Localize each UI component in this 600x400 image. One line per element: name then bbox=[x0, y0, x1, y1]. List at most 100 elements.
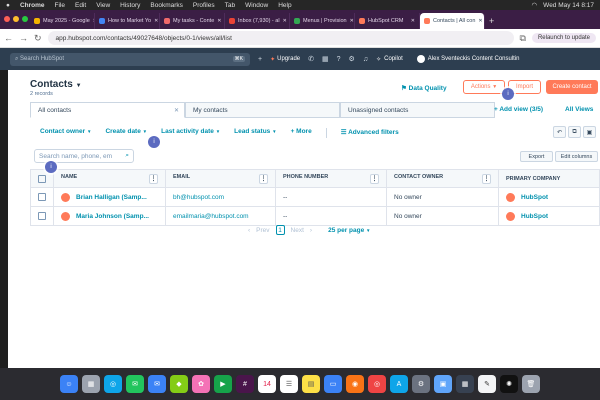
tab-unassigned-contacts[interactable]: Unassigned contacts bbox=[340, 102, 495, 118]
browser-tab[interactable]: Inbox (7,930) - al ✕ bbox=[225, 13, 290, 29]
facetime-icon[interactable]: ▶ bbox=[214, 375, 232, 393]
tab-my-contacts[interactable]: My contacts bbox=[185, 102, 340, 118]
notes-icon[interactable]: ▤ bbox=[302, 375, 320, 393]
textedit-icon[interactable]: ✎ bbox=[478, 375, 496, 393]
column-menu-icon[interactable]: ⋮ bbox=[259, 173, 268, 184]
menu-view[interactable]: View bbox=[96, 2, 110, 9]
forward-icon[interactable]: → bbox=[19, 33, 28, 43]
menu-tab[interactable]: Tab bbox=[225, 2, 235, 9]
app-store-icon[interactable]: A bbox=[390, 375, 408, 393]
contact-name-link[interactable]: Maria Johnson (Samp... bbox=[76, 213, 149, 220]
marketplace-icon[interactable]: ▦ bbox=[322, 55, 329, 63]
browser-tab[interactable]: HubSpot CRM ✕ bbox=[355, 13, 420, 29]
undo-icon[interactable]: ↶ bbox=[553, 126, 566, 138]
more-filters-button[interactable]: + More bbox=[291, 128, 312, 138]
close-window-button[interactable] bbox=[4, 16, 10, 22]
row-checkbox[interactable] bbox=[38, 193, 46, 201]
launchpad-icon[interactable]: ▦ bbox=[82, 375, 100, 393]
extensions-icon[interactable]: ⧉ bbox=[520, 33, 526, 44]
photos-icon[interactable]: ✿ bbox=[192, 375, 210, 393]
menu-profiles[interactable]: Profiles bbox=[193, 2, 215, 9]
chevron-right-icon[interactable]: › bbox=[310, 227, 312, 234]
minimize-window-button[interactable] bbox=[13, 16, 19, 22]
upgrade-button[interactable]: ✦ Upgrade bbox=[270, 56, 300, 63]
slack-icon[interactable]: # bbox=[236, 375, 254, 393]
per-page-select[interactable]: 25 per page ▼ bbox=[328, 227, 370, 234]
create-contact-button[interactable]: Create contact bbox=[546, 80, 598, 94]
menu-window[interactable]: Window bbox=[245, 2, 268, 9]
notifications-icon[interactable]: ♫ bbox=[363, 56, 368, 63]
menu-app[interactable]: Chrome bbox=[20, 2, 45, 9]
maps-icon[interactable]: ◆ bbox=[170, 375, 188, 393]
prev-page-button[interactable]: Prev bbox=[256, 227, 269, 234]
filter-last-activity-date[interactable]: Last activity date ▼ bbox=[161, 128, 220, 138]
browser-tab-active[interactable]: Contacts | All con ✕ bbox=[420, 13, 485, 29]
calendar-icon[interactable]: 14 bbox=[258, 375, 276, 393]
column-header-phone[interactable]: PHONE NUMBER ⋮ bbox=[275, 169, 387, 188]
all-views-link[interactable]: All Views bbox=[565, 106, 593, 113]
new-tab-button[interactable]: + bbox=[485, 13, 498, 29]
reminders-icon[interactable]: ☰ bbox=[280, 375, 298, 393]
browser-tab[interactable]: My tasks - Conte ✕ bbox=[160, 13, 225, 29]
safari-icon[interactable]: ◎ bbox=[104, 375, 122, 393]
advanced-filters-button[interactable]: ☰ Advanced filters bbox=[341, 128, 399, 138]
browser-tab[interactable]: How to Market Yo ✕ bbox=[95, 13, 160, 29]
export-button[interactable]: Export bbox=[520, 151, 553, 162]
back-icon[interactable]: ← bbox=[4, 33, 13, 43]
settings-icon[interactable]: ⚙ bbox=[412, 375, 430, 393]
select-all-checkbox[interactable] bbox=[38, 174, 46, 183]
column-header-name[interactable]: NAME ⋮ bbox=[53, 169, 166, 188]
menu-file[interactable]: File bbox=[55, 2, 65, 9]
settings-icon[interactable]: ⚙ bbox=[349, 55, 355, 63]
url-field[interactable]: app.hubspot.com/contacts/49027648/object… bbox=[47, 31, 514, 45]
trash-icon[interactable]: 🗑 bbox=[522, 375, 540, 393]
close-tab-icon[interactable]: ✕ bbox=[350, 18, 354, 24]
close-tab-icon[interactable]: ✕ bbox=[283, 18, 287, 24]
menu-history[interactable]: History bbox=[120, 2, 140, 9]
copilot-button[interactable]: ✧ Copilot bbox=[376, 56, 403, 63]
apple-icon[interactable]: ● bbox=[6, 2, 10, 9]
edit-columns-button[interactable]: Edit columns bbox=[555, 151, 598, 162]
filter-contact-owner[interactable]: Contact owner ▼ bbox=[40, 128, 91, 138]
menu-edit[interactable]: Edit bbox=[75, 2, 86, 9]
help-icon[interactable]: ? bbox=[337, 56, 341, 63]
close-tab-icon[interactable]: ✕ bbox=[411, 18, 415, 24]
column-header-email[interactable]: EMAIL ⋮ bbox=[165, 169, 276, 188]
menu-bookmarks[interactable]: Bookmarks bbox=[150, 2, 183, 9]
reload-icon[interactable]: ↻ bbox=[34, 33, 42, 44]
preview-icon[interactable]: ▣ bbox=[434, 375, 452, 393]
current-page[interactable]: 1 bbox=[275, 225, 285, 235]
finder-icon[interactable]: ☺ bbox=[60, 375, 78, 393]
row-checkbox[interactable] bbox=[38, 212, 46, 220]
mail-icon[interactable]: ✉ bbox=[148, 375, 166, 393]
maximize-window-button[interactable] bbox=[22, 16, 28, 22]
messages-icon[interactable]: ✉ bbox=[126, 375, 144, 393]
browser-tab[interactable]: Menus | Provision ✕ bbox=[290, 13, 355, 29]
column-menu-icon[interactable]: ⋮ bbox=[370, 173, 379, 184]
phone-icon[interactable]: ✆ bbox=[308, 55, 314, 63]
close-view-icon[interactable]: ✕ bbox=[174, 107, 179, 114]
firefox-icon[interactable]: ◉ bbox=[346, 375, 364, 393]
save-icon[interactable]: ▣ bbox=[583, 126, 596, 138]
keynote-icon[interactable]: ▭ bbox=[324, 375, 342, 393]
global-search[interactable]: ⌕ Search HubSpot ⌘K bbox=[10, 52, 250, 66]
wifi-icon[interactable]: ◠ bbox=[532, 1, 538, 9]
menu-help[interactable]: Help bbox=[278, 2, 291, 9]
chevron-left-icon[interactable]: ‹ bbox=[248, 227, 250, 234]
column-header-owner[interactable]: CONTACT OWNER ⋮ bbox=[386, 169, 499, 188]
close-tab-icon[interactable]: ✕ bbox=[217, 18, 221, 24]
email-link[interactable]: emailmaria@hubspot.com bbox=[173, 213, 249, 220]
filter-lead-status[interactable]: Lead status ▼ bbox=[234, 128, 276, 138]
email-link[interactable]: bh@hubspot.com bbox=[173, 194, 224, 201]
chatgpt-icon[interactable]: ✺ bbox=[500, 375, 518, 393]
relaunch-button[interactable]: Relaunch to update bbox=[531, 33, 596, 43]
column-menu-icon[interactable]: ⋮ bbox=[482, 173, 491, 184]
close-tab-icon[interactable]: ✕ bbox=[478, 18, 482, 24]
page-title[interactable]: Contacts ▼ bbox=[30, 79, 82, 90]
table-row[interactable]: Brian Halligan (Samp... bh@hubspot.com -… bbox=[30, 187, 600, 207]
copy-icon[interactable]: ⧉ bbox=[568, 126, 581, 138]
data-quality-link[interactable]: ⚑ Data Quality bbox=[401, 84, 447, 92]
column-header-company[interactable]: PRIMARY COMPANY bbox=[498, 169, 600, 188]
tab-all-contacts[interactable]: All contacts ✕ bbox=[30, 102, 185, 118]
table-row[interactable]: Maria Johnson (Samp... emailmaria@hubspo… bbox=[30, 206, 600, 226]
